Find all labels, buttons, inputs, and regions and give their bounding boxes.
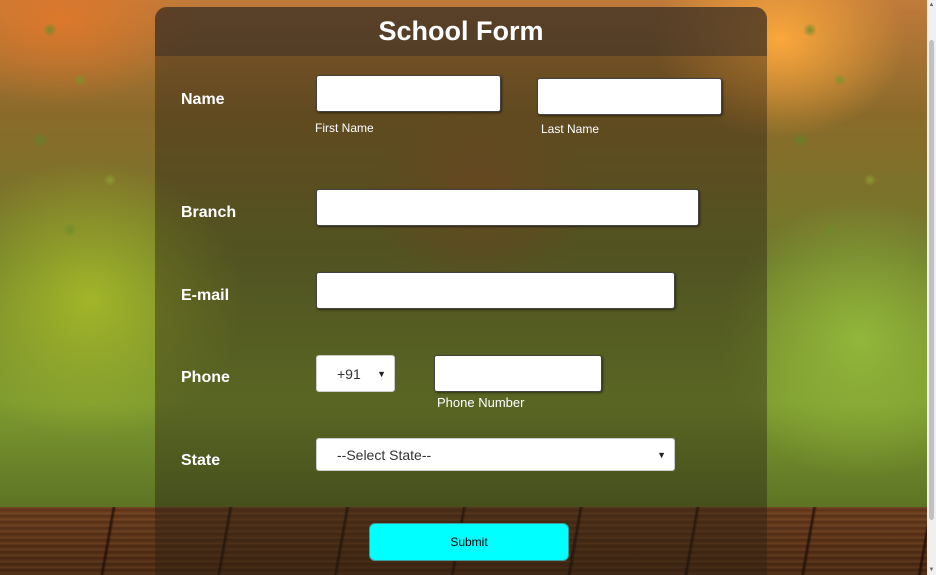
country-code-select[interactable]: +91 ▼	[316, 355, 395, 392]
form-title: School Form	[378, 16, 544, 46]
first-name-caption: First Name	[315, 121, 374, 135]
state-label: State	[181, 452, 221, 469]
email-label: E-mail	[181, 287, 230, 304]
state-select-value: --Select State--	[337, 446, 432, 463]
leaves-decoration-right	[780, 0, 936, 300]
form-header: School Form	[155, 7, 767, 56]
submit-button[interactable]: Submit	[369, 523, 569, 561]
country-code-value: +91	[337, 365, 361, 382]
scroll-up-icon[interactable]: ▲	[927, 0, 936, 10]
name-label: Name	[181, 91, 225, 108]
school-form-panel: School Form Name First Name Last Name Br…	[155, 7, 767, 575]
scroll-down-icon[interactable]: ▼	[927, 565, 936, 575]
last-name-input[interactable]	[537, 78, 722, 115]
branch-input[interactable]	[316, 189, 699, 226]
chevron-down-icon: ▼	[377, 368, 386, 379]
first-name-input[interactable]	[316, 75, 501, 112]
email-input[interactable]	[316, 272, 675, 309]
state-select[interactable]: --Select State-- ▼	[316, 438, 675, 471]
phone-label: Phone	[181, 369, 230, 386]
scrollbar-thumb[interactable]	[929, 40, 934, 520]
branch-label: Branch	[181, 204, 237, 221]
phone-number-input[interactable]	[434, 355, 602, 392]
chevron-down-icon: ▼	[657, 449, 666, 460]
phone-number-caption: Phone Number	[437, 395, 525, 410]
last-name-caption: Last Name	[541, 122, 600, 136]
